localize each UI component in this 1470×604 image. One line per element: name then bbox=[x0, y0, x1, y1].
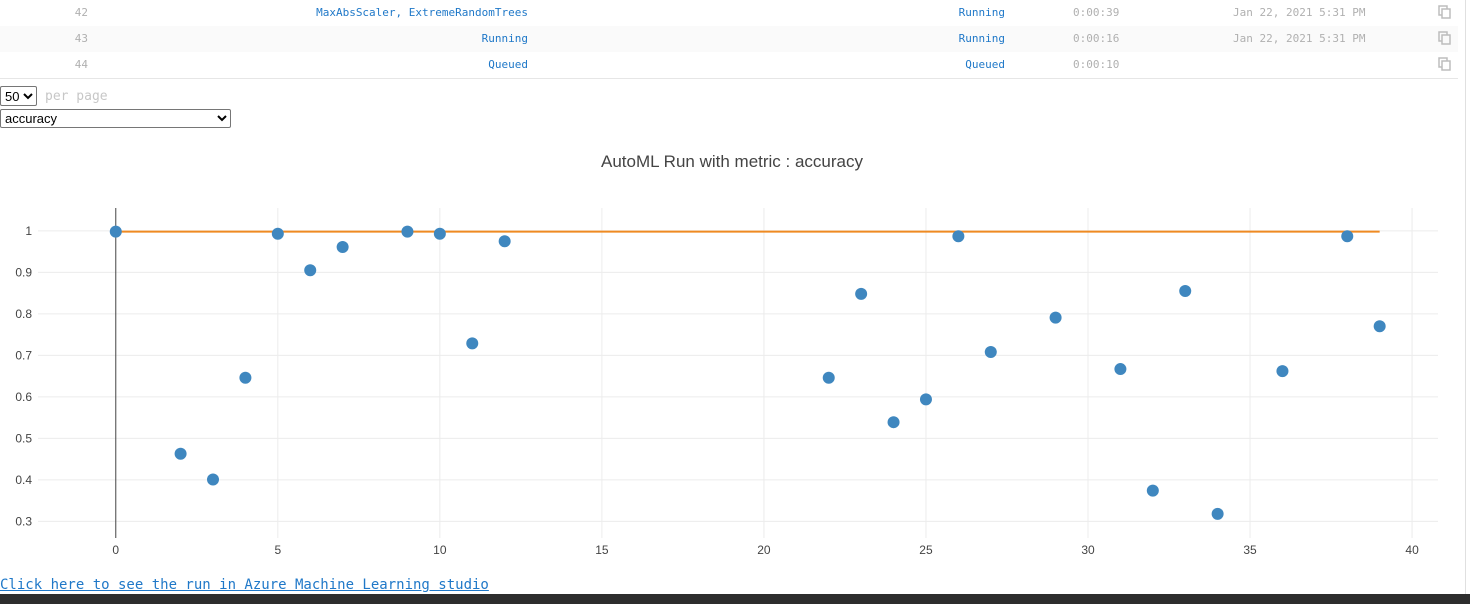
x-tick-label: 10 bbox=[433, 543, 447, 557]
metric-select[interactable]: accuracy bbox=[0, 109, 231, 128]
run-status-link[interactable]: Running bbox=[959, 0, 1005, 26]
x-tick-label: 0 bbox=[112, 543, 119, 557]
data-point[interactable] bbox=[1114, 363, 1127, 376]
x-tick-label: 40 bbox=[1405, 543, 1419, 557]
run-duration: 0:00:39 bbox=[1073, 6, 1120, 19]
x-tick-label: 15 bbox=[595, 543, 609, 557]
copy-icon[interactable] bbox=[1438, 31, 1452, 45]
data-point[interactable] bbox=[433, 227, 446, 240]
data-point[interactable] bbox=[1341, 230, 1354, 243]
run-name-link[interactable]: Queued bbox=[488, 52, 528, 78]
run-date: Jan 22, 2021 5:31 PM bbox=[1233, 32, 1366, 45]
data-point[interactable] bbox=[984, 346, 997, 359]
data-point[interactable] bbox=[1276, 365, 1289, 378]
x-tick-label: 30 bbox=[1081, 543, 1095, 557]
data-point[interactable] bbox=[887, 416, 900, 429]
x-tick-label: 25 bbox=[919, 543, 933, 557]
data-point[interactable] bbox=[952, 230, 965, 243]
x-tick-label: 5 bbox=[274, 543, 281, 557]
y-tick-label: 0.3 bbox=[15, 514, 32, 528]
data-point[interactable] bbox=[1179, 285, 1192, 298]
y-tick-label: 0.7 bbox=[15, 348, 32, 362]
data-point[interactable] bbox=[1049, 311, 1062, 324]
run-id: 43 bbox=[74, 32, 88, 45]
data-point[interactable] bbox=[1211, 507, 1224, 520]
per-page-label: per page bbox=[45, 88, 108, 104]
y-tick-label: 0.8 bbox=[15, 307, 32, 321]
chart-title: AutoML Run with metric : accuracy bbox=[601, 152, 864, 171]
x-axis: 0 5 10 15 20 25 30 35 40 bbox=[112, 543, 1419, 557]
data-point[interactable] bbox=[919, 393, 932, 406]
run-duration: 0:00:10 bbox=[1073, 58, 1120, 71]
data-point[interactable] bbox=[239, 371, 252, 384]
bottom-bar bbox=[0, 594, 1470, 604]
run-status-link[interactable]: Running bbox=[959, 26, 1005, 52]
data-point[interactable] bbox=[207, 473, 219, 486]
data-point[interactable] bbox=[401, 225, 414, 238]
data-point[interactable] bbox=[109, 225, 122, 238]
copy-icon[interactable] bbox=[1438, 5, 1452, 19]
y-tick-label: 0.6 bbox=[15, 390, 32, 404]
table-row: 43 Running Running 0:00:16 Jan 22, 2021 … bbox=[0, 26, 1458, 52]
data-point[interactable] bbox=[174, 447, 187, 460]
data-point[interactable] bbox=[336, 241, 349, 254]
y-tick-label: 1 bbox=[25, 224, 32, 238]
data-point[interactable] bbox=[822, 371, 835, 384]
data-point[interactable] bbox=[304, 264, 317, 277]
run-duration: 0:00:16 bbox=[1073, 32, 1120, 45]
data-points bbox=[109, 225, 1386, 520]
y-axis: 1 0.9 0.8 0.7 0.6 0.5 0.4 0.3 bbox=[15, 224, 32, 529]
x-tick-label: 35 bbox=[1243, 543, 1257, 557]
runs-table: 42 MaxAbsScaler, ExtremeRandomTrees Runn… bbox=[0, 0, 1458, 79]
panel-border bbox=[1465, 0, 1466, 594]
data-point[interactable] bbox=[855, 287, 868, 300]
page-size-select[interactable]: 50 bbox=[0, 86, 37, 106]
table-row: 42 MaxAbsScaler, ExtremeRandomTrees Runn… bbox=[0, 0, 1458, 26]
copy-icon[interactable] bbox=[1438, 57, 1452, 71]
run-id: 42 bbox=[74, 6, 88, 19]
data-point[interactable] bbox=[498, 235, 511, 248]
azure-ml-studio-link[interactable]: Click here to see the run in Azure Machi… bbox=[0, 577, 489, 593]
y-tick-label: 0.5 bbox=[15, 431, 32, 445]
run-date: Jan 22, 2021 5:31 PM bbox=[1233, 6, 1366, 19]
data-point[interactable] bbox=[1146, 484, 1159, 497]
y-tick-label: 0.9 bbox=[15, 265, 32, 279]
table-row: 44 Queued Queued 0:00:10 bbox=[0, 52, 1458, 79]
run-name-link[interactable]: MaxAbsScaler, ExtremeRandomTrees bbox=[316, 0, 528, 26]
scatter-chart: AutoML Run with metric : accuracy 1 0.9 0.… bbox=[15, 152, 1438, 557]
pagination: 50 per page bbox=[0, 86, 108, 106]
y-tick-label: 0.4 bbox=[15, 473, 32, 487]
data-point[interactable] bbox=[271, 227, 284, 240]
data-point[interactable] bbox=[466, 337, 479, 350]
run-status-link[interactable]: Queued bbox=[965, 52, 1005, 78]
data-point[interactable] bbox=[1373, 320, 1386, 333]
run-id: 44 bbox=[74, 58, 88, 71]
run-name-link[interactable]: Running bbox=[482, 26, 528, 52]
x-tick-label: 20 bbox=[757, 543, 771, 557]
